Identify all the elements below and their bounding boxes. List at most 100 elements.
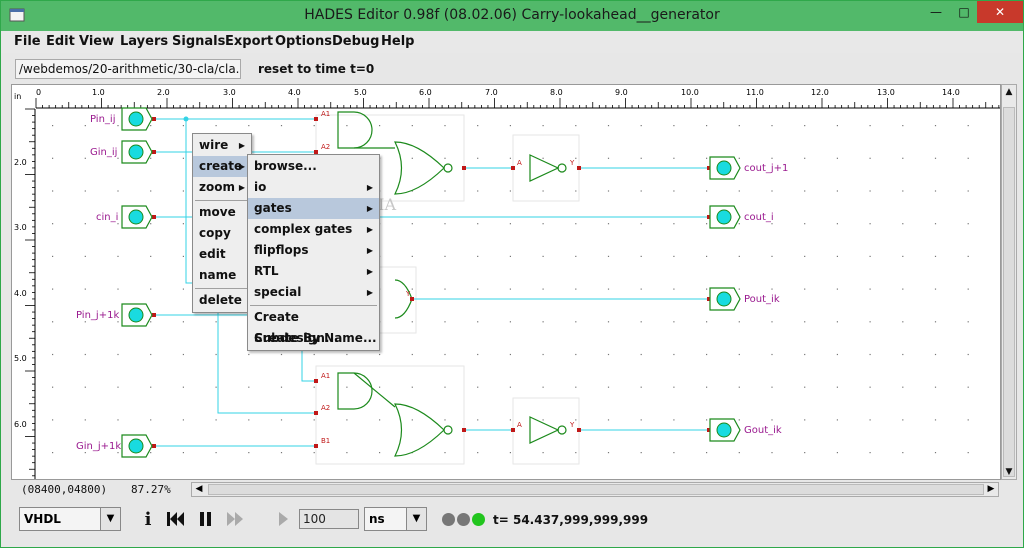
context-item-edit[interactable]: edit bbox=[193, 244, 251, 265]
reset-time-button[interactable]: reset to time t=0 bbox=[258, 62, 374, 76]
design-path-field[interactable]: /webdemos/20-arithmetic/30-cla/cla.hds bbox=[15, 59, 241, 79]
io-port-icon[interactable] bbox=[709, 287, 741, 311]
vertical-scrollbar[interactable]: ▲ ▼ bbox=[1001, 84, 1017, 480]
port-label-gout-ik: Gout_ik bbox=[744, 425, 782, 436]
vertical-scroll-thumb[interactable] bbox=[1003, 107, 1015, 477]
io-port-icon[interactable] bbox=[709, 205, 741, 229]
menu-separator bbox=[250, 305, 377, 306]
create-item-by-name[interactable]: Create By Name... bbox=[248, 328, 379, 349]
create-item-rtl[interactable]: RTL ▶ bbox=[248, 261, 379, 282]
time-unit-value: ns bbox=[369, 512, 385, 526]
io-port-icon[interactable] bbox=[121, 205, 153, 229]
inverter-bottom[interactable] bbox=[529, 416, 560, 444]
io-port-icon[interactable] bbox=[121, 434, 153, 458]
io-port-icon[interactable] bbox=[709, 156, 741, 180]
menu-label: create bbox=[199, 159, 243, 173]
horizontal-scroll-thumb[interactable] bbox=[208, 484, 984, 495]
menu-signals[interactable]: Signals bbox=[172, 34, 225, 49]
context-item-delete[interactable]: delete bbox=[193, 290, 251, 311]
menu-label: zoom bbox=[199, 180, 235, 194]
info-icon[interactable]: i bbox=[139, 508, 157, 530]
context-item-wire[interactable]: wire ▶ bbox=[193, 135, 251, 156]
rewind-icon[interactable] bbox=[165, 508, 187, 530]
create-item-io[interactable]: io ▶ bbox=[248, 177, 379, 198]
menu-separator bbox=[195, 200, 249, 201]
menu-layers[interactable]: Layers bbox=[120, 34, 168, 49]
ruler-top-label: 9.0 bbox=[615, 88, 628, 97]
ruler-top-label: 12.0 bbox=[811, 88, 829, 97]
port-label-pin-ij: Pin_ij bbox=[90, 114, 115, 125]
menu-export[interactable]: Export bbox=[225, 34, 273, 49]
menu-options[interactable]: Options bbox=[275, 34, 332, 49]
port-label-cin-i: cin_i bbox=[96, 212, 118, 223]
scroll-left-icon[interactable]: ◀ bbox=[192, 483, 206, 496]
and-gate-bottom[interactable] bbox=[337, 372, 373, 410]
ruler-top-label: 13.0 bbox=[877, 88, 895, 97]
language-select[interactable]: VHDL ▼ bbox=[19, 507, 121, 531]
menu-label: io bbox=[254, 180, 267, 194]
ruler-top-label: 11.0 bbox=[746, 88, 764, 97]
play-icon[interactable] bbox=[275, 508, 293, 530]
pin-label: A2 bbox=[321, 404, 330, 412]
ruler-top-label: 14.0 bbox=[942, 88, 960, 97]
window-title: HADES Editor 0.98f (08.02.06) Carry-look… bbox=[304, 7, 720, 23]
ruler-top-label: 1.0 bbox=[92, 88, 105, 97]
title-bar[interactable]: HADES Editor 0.98f (08.02.06) Carry-look… bbox=[1, 1, 1023, 31]
scroll-down-icon[interactable]: ▼ bbox=[1002, 465, 1016, 479]
scroll-up-icon[interactable]: ▲ bbox=[1002, 85, 1016, 99]
ruler-top-label: 2.0 bbox=[157, 88, 170, 97]
create-item-browse[interactable]: browse... bbox=[248, 156, 379, 177]
create-submenu: browse... io ▶ gates ▶ complex gates ▶ flip… bbox=[247, 154, 380, 351]
time-unit-select[interactable]: ns ▼ bbox=[364, 507, 427, 531]
chevron-down-icon[interactable]: ▼ bbox=[406, 508, 426, 530]
context-item-zoom[interactable]: zoom ▶ bbox=[193, 177, 251, 198]
io-port-icon[interactable] bbox=[121, 303, 153, 327]
context-item-name[interactable]: name bbox=[193, 265, 251, 286]
inverter-top[interactable] bbox=[529, 154, 560, 182]
fast-forward-icon[interactable] bbox=[225, 508, 247, 530]
menu-label: wire bbox=[199, 138, 229, 152]
pin-label: Y bbox=[569, 421, 575, 429]
port-label-gin-j1k: Gin_j+1k bbox=[76, 441, 121, 452]
maximize-button[interactable]: □ bbox=[951, 1, 977, 23]
io-port-icon[interactable] bbox=[709, 418, 741, 442]
ruler-top-label: 4.0 bbox=[288, 88, 301, 97]
io-port-icon[interactable] bbox=[121, 107, 153, 131]
context-item-copy[interactable]: copy bbox=[193, 223, 251, 244]
run-duration-input[interactable]: 100 bbox=[299, 509, 359, 529]
menu-edit[interactable]: Edit bbox=[46, 34, 75, 49]
context-item-create[interactable]: create ▶ bbox=[193, 156, 251, 177]
schematic-svg[interactable]: in 0 1.0 2.0 3.0 4.0 5.0 6.0 7.0 8.0 9.0… bbox=[12, 85, 1001, 480]
chevron-right-icon: ▶ bbox=[238, 183, 245, 192]
cursor-coordinates: (08400,04800) bbox=[21, 483, 108, 496]
chevron-right-icon: ▶ bbox=[366, 225, 373, 234]
port-label-pin-j1k: Pin_j+1k bbox=[76, 310, 119, 321]
schematic-canvas[interactable]: in 0 1.0 2.0 3.0 4.0 5.0 6.0 7.0 8.0 9.0… bbox=[11, 84, 1001, 480]
chevron-right-icon: ▶ bbox=[366, 183, 373, 192]
menu-help[interactable]: Help bbox=[381, 34, 414, 49]
menu-file[interactable]: File bbox=[14, 34, 41, 49]
status-lamp-icon bbox=[472, 513, 485, 526]
create-item-flipflops[interactable]: flipflops ▶ bbox=[248, 240, 379, 261]
gate-middle-output[interactable] bbox=[394, 279, 413, 319]
create-item-special[interactable]: special ▶ bbox=[248, 282, 379, 303]
pause-icon[interactable] bbox=[195, 508, 217, 530]
and-gate-top[interactable] bbox=[337, 111, 373, 149]
menu-view[interactable]: View bbox=[79, 34, 114, 49]
or-gate-bottom[interactable] bbox=[394, 403, 445, 457]
create-item-complex-gates[interactable]: complex gates ▶ bbox=[248, 219, 379, 240]
context-menu: wire ▶ create ▶ zoom ▶ move copy edit name … bbox=[192, 133, 252, 313]
or-gate-bubble bbox=[443, 163, 453, 173]
create-item-subdesign[interactable]: Create Subdesign... bbox=[248, 307, 379, 345]
create-item-gates[interactable]: gates ▶ bbox=[248, 198, 379, 219]
menu-debug[interactable]: Debug bbox=[332, 34, 379, 49]
minimize-button[interactable]: — bbox=[921, 1, 951, 23]
or-gate-top[interactable] bbox=[394, 141, 445, 195]
ruler-left-label: 3.0 bbox=[14, 223, 27, 232]
io-port-icon[interactable] bbox=[121, 140, 153, 164]
context-item-move[interactable]: move bbox=[193, 202, 251, 223]
chevron-down-icon[interactable]: ▼ bbox=[100, 508, 120, 530]
scroll-right-icon[interactable]: ▶ bbox=[984, 483, 998, 496]
horizontal-scrollbar[interactable]: ◀ ▶ bbox=[191, 482, 999, 497]
close-button[interactable]: ✕ bbox=[977, 1, 1023, 23]
